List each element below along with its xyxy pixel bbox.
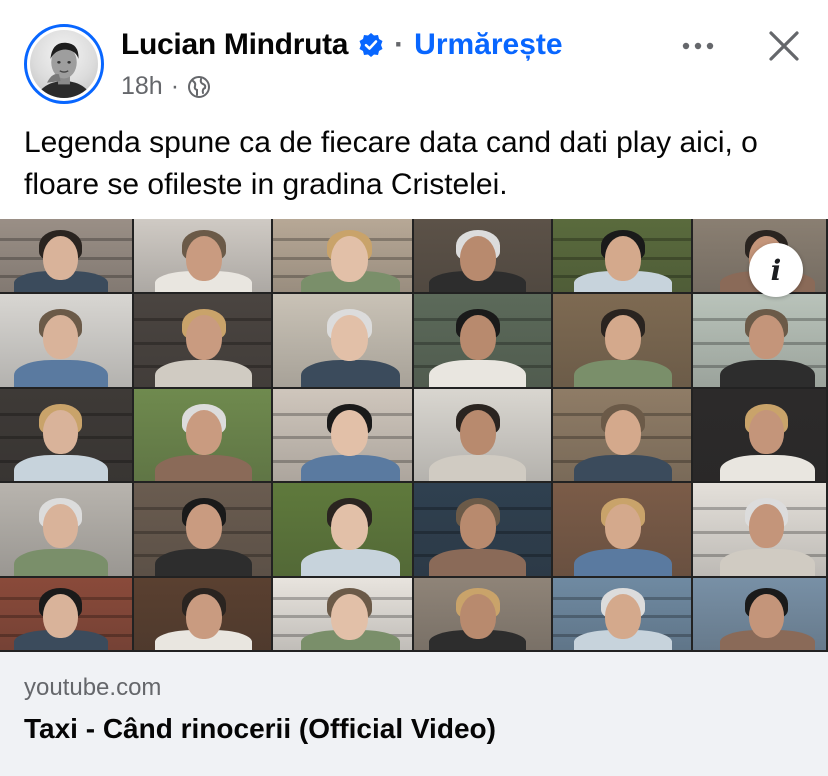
video-tile bbox=[0, 294, 132, 387]
more-options-icon bbox=[682, 42, 714, 50]
post-timestamp[interactable]: 18h bbox=[121, 72, 163, 101]
video-tile bbox=[414, 294, 551, 387]
link-title[interactable]: Taxi - Când rinocerii (Official Video) bbox=[24, 713, 496, 745]
info-icon[interactable]: i bbox=[749, 243, 803, 297]
video-tile bbox=[273, 389, 412, 481]
link-preview[interactable]: youtube.com Taxi - Când rinocerii (Offic… bbox=[0, 652, 828, 776]
verified-badge-icon bbox=[358, 32, 384, 58]
close-icon bbox=[769, 31, 799, 61]
avatar-image bbox=[30, 30, 98, 98]
post-meta: 18h · bbox=[121, 72, 211, 101]
video-tile bbox=[693, 483, 826, 576]
post-text: Legenda spune ca de fiecare data cand da… bbox=[24, 126, 758, 201]
globe-icon[interactable] bbox=[187, 75, 211, 99]
video-tile bbox=[0, 578, 132, 650]
video-tile bbox=[693, 294, 826, 387]
video-tile bbox=[553, 219, 691, 292]
video-tile bbox=[414, 483, 551, 576]
video-tile bbox=[273, 219, 412, 292]
video-tile bbox=[273, 578, 412, 650]
video-tile bbox=[134, 219, 271, 292]
follow-button[interactable]: Urmărește bbox=[414, 28, 562, 62]
video-tile bbox=[134, 483, 271, 576]
video-tile bbox=[134, 294, 271, 387]
video-tile bbox=[0, 219, 132, 292]
post-header: Lucian Mindruta · Urmărește 18h · bbox=[0, 0, 828, 110]
video-tile bbox=[553, 389, 691, 481]
more-options-button[interactable] bbox=[676, 28, 720, 64]
author-name[interactable]: Lucian Mindruta bbox=[121, 28, 348, 62]
video-tile bbox=[693, 389, 826, 481]
video-tile bbox=[553, 578, 691, 650]
close-button[interactable] bbox=[762, 24, 806, 68]
author-line: Lucian Mindruta · Urmărește bbox=[121, 28, 563, 62]
video-tile bbox=[553, 483, 691, 576]
video-tile bbox=[134, 389, 271, 481]
video-tile bbox=[414, 389, 551, 481]
video-tile bbox=[693, 578, 826, 650]
video-tile bbox=[273, 294, 412, 387]
author-avatar[interactable] bbox=[24, 24, 104, 104]
video-tile bbox=[414, 219, 551, 292]
video-tile bbox=[273, 483, 412, 576]
video-tile bbox=[0, 389, 132, 481]
video-tile bbox=[0, 483, 132, 576]
meta-separator: · bbox=[170, 72, 180, 100]
link-domain: youtube.com bbox=[24, 674, 162, 701]
video-tile bbox=[134, 578, 271, 650]
name-separator: · bbox=[394, 28, 405, 61]
video-thumbnail[interactable] bbox=[0, 219, 828, 652]
video-tile bbox=[414, 578, 551, 650]
video-tile bbox=[553, 294, 691, 387]
